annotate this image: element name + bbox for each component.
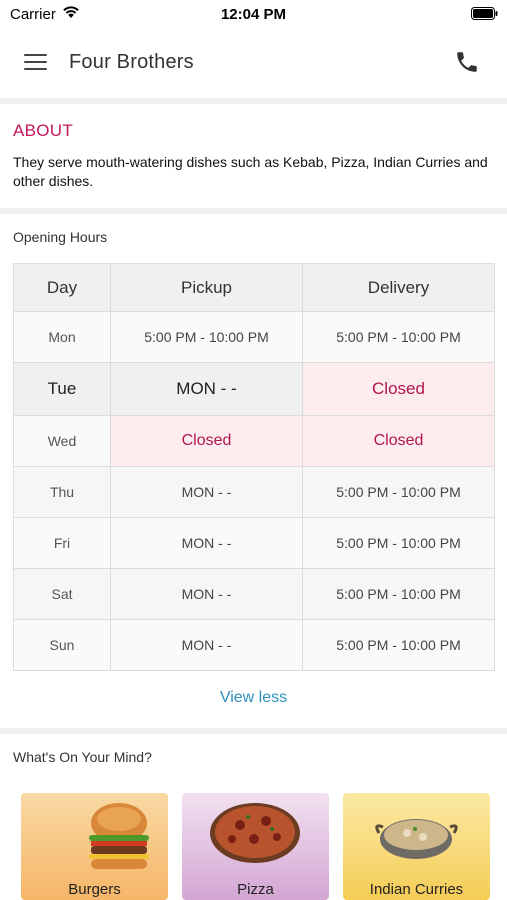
day-cell: Tue: [13, 362, 111, 416]
pickup-cell: 5:00 PM - 10:00 PM: [110, 311, 303, 363]
day-cell: Sat: [13, 568, 111, 620]
nav-bar: Four Brothers: [0, 30, 507, 98]
table-row: Thu MON - - 5:00 PM - 10:00 PM: [13, 466, 495, 518]
category-card-indian-curries[interactable]: Indian Curries: [343, 793, 490, 900]
day-cell: Mon: [13, 311, 111, 363]
phone-icon[interactable]: [454, 49, 480, 75]
pickup-cell: MON - -: [110, 517, 303, 569]
header-pickup: Pickup: [110, 263, 303, 312]
burger-image: [89, 803, 149, 869]
opening-hours-title: Opening Hours: [13, 229, 108, 245]
status-bar: Carrier 12:04 PM: [0, 0, 507, 30]
category-label: Burgers: [68, 881, 121, 898]
delivery-cell-closed: Closed: [302, 362, 495, 416]
delivery-cell: 5:00 PM - 10:00 PM: [302, 517, 495, 569]
pickup-cell: MON - -: [110, 619, 303, 671]
about-section: ABOUT They serve mouth-watering dishes s…: [0, 104, 507, 208]
hamburger-menu-icon[interactable]: [24, 52, 48, 72]
day-cell: Thu: [13, 466, 111, 518]
day-cell: Wed: [13, 415, 111, 467]
delivery-cell: 5:00 PM - 10:00 PM: [302, 568, 495, 620]
day-cell: Sun: [13, 619, 111, 671]
battery-icon: [471, 7, 498, 20]
mind-title: What's On Your Mind?: [13, 749, 152, 765]
pickup-cell: MON - -: [110, 568, 303, 620]
header-day: Day: [13, 263, 111, 312]
pickup-cell-closed: Closed: [110, 415, 303, 467]
page-title: Four Brothers: [69, 51, 194, 73]
opening-hours-section: Opening Hours Day Pickup Delivery Mon 5:…: [0, 214, 507, 728]
table-row: Sun MON - - 5:00 PM - 10:00 PM: [13, 619, 495, 671]
table-row: Mon 5:00 PM - 10:00 PM 5:00 PM - 10:00 P…: [13, 311, 495, 363]
pizza-image: [210, 803, 300, 863]
whats-on-your-mind-section: What's On Your Mind? Burgers Pizza India…: [0, 734, 507, 900]
category-label: Pizza: [237, 881, 274, 898]
delivery-cell: 5:00 PM - 10:00 PM: [302, 619, 495, 671]
delivery-cell: 5:00 PM - 10:00 PM: [302, 311, 495, 363]
day-cell: Fri: [13, 517, 111, 569]
clock: 12:04 PM: [220, 6, 287, 23]
header-delivery: Delivery: [302, 263, 495, 312]
view-less-link[interactable]: View less: [0, 689, 507, 707]
curry-image: [375, 819, 458, 859]
opening-hours-table: Day Pickup Delivery Mon 5:00 PM - 10:00 …: [13, 263, 495, 671]
delivery-cell: 5:00 PM - 10:00 PM: [302, 466, 495, 518]
about-title: ABOUT: [13, 121, 74, 140]
delivery-cell-closed: Closed: [302, 415, 495, 467]
category-card-pizza[interactable]: Pizza: [182, 793, 329, 900]
table-row: Fri MON - - 5:00 PM - 10:00 PM: [13, 517, 495, 569]
pickup-cell: MON - -: [110, 362, 303, 416]
category-label: Indian Curries: [369, 881, 464, 898]
table-header-row: Day Pickup Delivery: [13, 263, 495, 312]
pickup-cell: MON - -: [110, 466, 303, 518]
table-row: Wed Closed Closed: [13, 415, 495, 467]
table-row: Sat MON - - 5:00 PM - 10:00 PM: [13, 568, 495, 620]
table-row-today: Tue MON - - Closed: [13, 362, 495, 416]
about-text: They serve mouth-watering dishes such as…: [13, 154, 488, 189]
category-card-burgers[interactable]: Burgers: [21, 793, 168, 900]
